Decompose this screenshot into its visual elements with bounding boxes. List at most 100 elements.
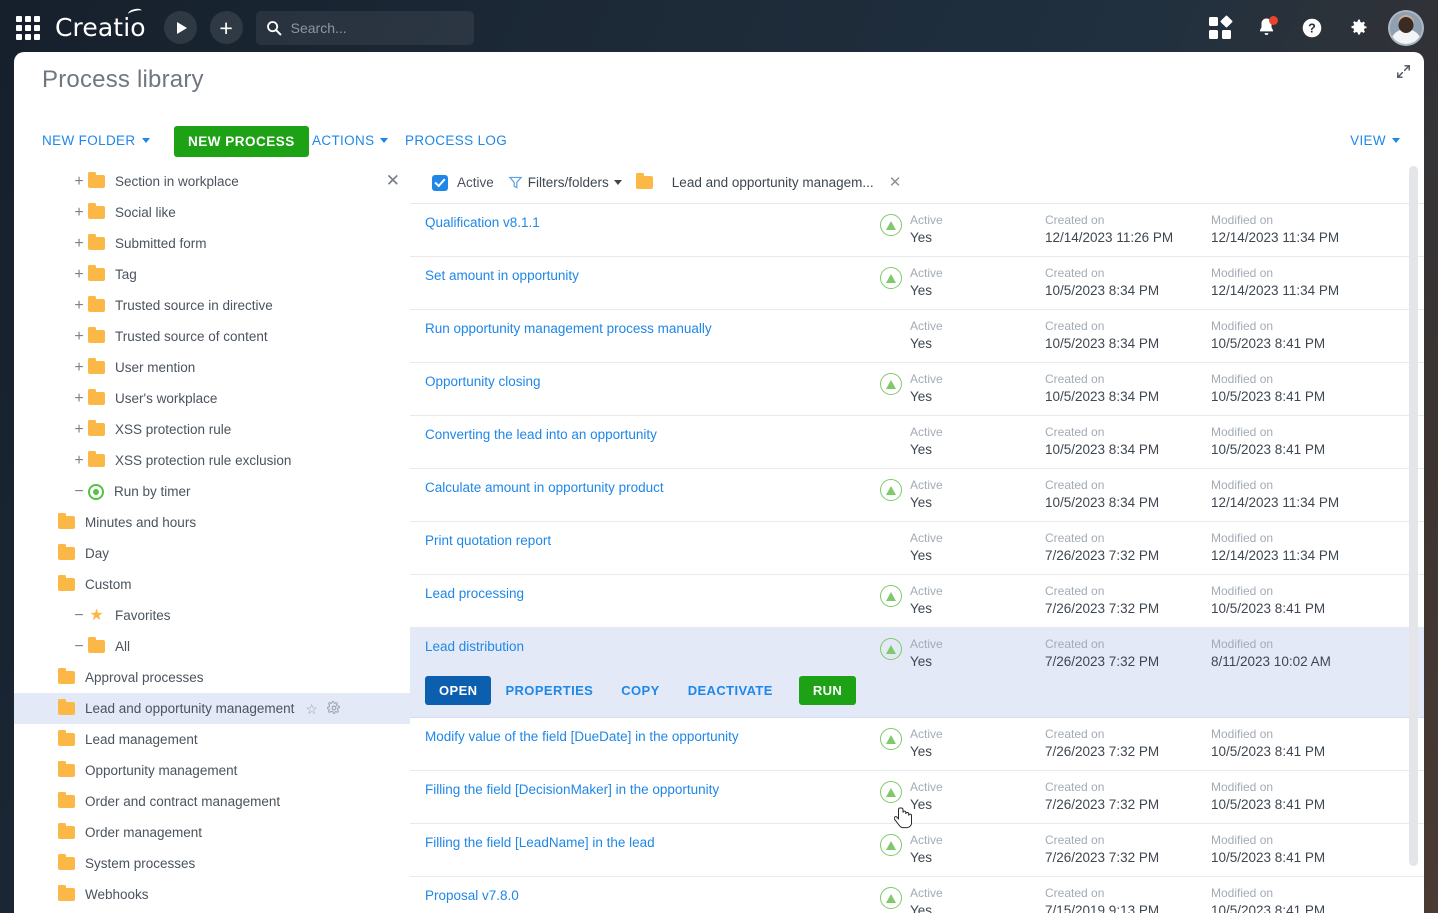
table-row[interactable]: Lead processingActiveYesCreated on7/26/2… bbox=[410, 575, 1424, 628]
process-name-link[interactable]: Lead processing bbox=[410, 584, 880, 603]
collapse-icon[interactable]: − bbox=[70, 608, 88, 624]
process-name-link[interactable]: Modify value of the field [DueDate] in t… bbox=[410, 727, 880, 746]
sidebar-item-run-by-timer[interactable]: −Run by timer bbox=[14, 476, 410, 507]
table-row[interactable]: Filling the field [DecisionMaker] in the… bbox=[410, 771, 1424, 824]
table-row[interactable]: Converting the lead into an opportunityA… bbox=[410, 416, 1424, 469]
sidebar-item-social-like[interactable]: +Social like bbox=[14, 197, 410, 228]
process-name-link[interactable]: Run opportunity management process manua… bbox=[410, 319, 880, 338]
sidebar-item-minutes-and-hours[interactable]: Minutes and hours bbox=[14, 507, 410, 538]
expand-icon[interactable]: + bbox=[70, 298, 88, 314]
expand-icon[interactable]: + bbox=[70, 360, 88, 376]
sidebar-item-opportunity-management[interactable]: Opportunity management bbox=[14, 755, 410, 786]
copy-button[interactable]: COPY bbox=[607, 676, 673, 705]
process-name-link[interactable]: Proposal v7.8.0 bbox=[410, 886, 880, 905]
table-row[interactable]: Modify value of the field [DueDate] in t… bbox=[410, 718, 1424, 771]
search-input[interactable] bbox=[291, 20, 464, 36]
sidebar-item-user-mention[interactable]: +User mention bbox=[14, 352, 410, 383]
expand-icon[interactable]: + bbox=[70, 236, 88, 252]
run-button[interactable]: RUN bbox=[799, 676, 856, 705]
process-name-link[interactable]: Lead distribution bbox=[410, 637, 880, 656]
folder-settings-gear-icon[interactable] bbox=[327, 701, 341, 717]
deactivate-button[interactable]: DEACTIVATE bbox=[674, 676, 787, 705]
process-name-link[interactable]: Filling the field [LeadName] in the lead bbox=[410, 833, 880, 852]
notifications-bell-icon[interactable] bbox=[1247, 9, 1285, 47]
expand-icon[interactable]: + bbox=[70, 205, 88, 221]
apps-grid-icon[interactable] bbox=[15, 15, 41, 41]
brand-logo[interactable]: Creatio bbox=[55, 13, 146, 42]
help-question-icon[interactable]: ? bbox=[1293, 9, 1331, 47]
sidebar-item-system-processes[interactable]: System processes bbox=[14, 848, 410, 879]
process-name-link[interactable]: Opportunity closing bbox=[410, 372, 880, 391]
sidebar-item-webhooks[interactable]: Webhooks bbox=[14, 879, 410, 910]
sidebar-item-approval-processes[interactable]: Approval processes bbox=[14, 662, 410, 693]
sidebar-item-lead-and-opportunity-management[interactable]: Lead and opportunity management☆ bbox=[14, 693, 410, 724]
global-search[interactable] bbox=[256, 11, 474, 45]
sidebar-item-order-and-contract-management[interactable]: Order and contract management bbox=[14, 786, 410, 817]
properties-button[interactable]: PROPERTIES bbox=[491, 676, 607, 705]
sidebar-item-lead-management[interactable]: Lead management bbox=[14, 724, 410, 755]
sidebar-item-xss-protection-rule-exclusion[interactable]: +XSS protection rule exclusion bbox=[14, 445, 410, 476]
new-folder-button[interactable]: NEW FOLDER bbox=[40, 126, 152, 155]
user-avatar[interactable] bbox=[1388, 10, 1424, 46]
expand-icon[interactable]: + bbox=[70, 329, 88, 345]
expand-icon[interactable] bbox=[1396, 64, 1411, 84]
process-name-link[interactable]: Qualification v8.1.1 bbox=[410, 213, 880, 232]
sidebar-item-all[interactable]: −All bbox=[14, 631, 410, 662]
table-row[interactable]: Set amount in opportunityActiveYesCreate… bbox=[410, 257, 1424, 310]
process-name-link[interactable]: Print quotation report bbox=[410, 531, 880, 550]
plus-icon[interactable]: + bbox=[210, 11, 243, 44]
sidebar-item-label: System processes bbox=[85, 856, 195, 871]
sidebar-item-day[interactable]: Day bbox=[14, 538, 410, 569]
table-row[interactable]: Proposal v7.8.0ActiveYesCreated on7/15/2… bbox=[410, 877, 1424, 913]
folder-filter-chip[interactable]: Lead and opportunity managem... bbox=[636, 175, 874, 190]
sidebar-item-favorites[interactable]: −★Favorites bbox=[14, 600, 410, 631]
process-name-link[interactable]: Calculate amount in opportunity product bbox=[410, 478, 880, 497]
process-name-link[interactable]: Filling the field [DecisionMaker] in the… bbox=[410, 780, 880, 799]
collapse-icon[interactable]: − bbox=[70, 639, 88, 655]
vertical-scrollbar[interactable] bbox=[1409, 166, 1418, 866]
active-column-header: Active bbox=[910, 780, 943, 794]
view-menu-button[interactable]: VIEW bbox=[1348, 126, 1402, 155]
table-row[interactable]: Run opportunity management process manua… bbox=[410, 310, 1424, 363]
expand-icon[interactable]: + bbox=[70, 267, 88, 283]
modified-on-header: Modified on bbox=[1211, 478, 1381, 492]
process-name-link[interactable]: Converting the lead into an opportunity bbox=[410, 425, 880, 444]
collapse-icon[interactable]: − bbox=[70, 484, 88, 500]
filters-folders-button[interactable]: Filters/folders bbox=[508, 175, 622, 190]
table-row[interactable]: Calculate amount in opportunity productA… bbox=[410, 469, 1424, 522]
table-row[interactable]: Print quotation reportActiveYesCreated o… bbox=[410, 522, 1424, 575]
dashboard-grid-icon[interactable] bbox=[1201, 9, 1239, 47]
sidebar-item-trusted-source-in-directive[interactable]: +Trusted source in directive bbox=[14, 290, 410, 321]
play-icon[interactable] bbox=[164, 11, 197, 44]
filters-folders-label: Filters/folders bbox=[528, 175, 609, 190]
sidebar-item-order-management[interactable]: Order management bbox=[14, 817, 410, 848]
table-row[interactable]: Lead distributionActiveYesCreated on7/26… bbox=[410, 628, 1424, 718]
actions-menu-button[interactable]: ACTIONS bbox=[310, 126, 390, 155]
modified-on-value: 10/5/2023 8:41 PM bbox=[1211, 336, 1381, 352]
close-icon[interactable]: ✕ bbox=[889, 175, 902, 190]
sidebar-item-trusted-source-of-content[interactable]: +Trusted source of content bbox=[14, 321, 410, 352]
table-row[interactable]: Opportunity closingActiveYesCreated on10… bbox=[410, 363, 1424, 416]
expand-icon[interactable]: + bbox=[70, 453, 88, 469]
sidebar-item-user-s-workplace[interactable]: +User's workplace bbox=[14, 383, 410, 414]
process-log-button[interactable]: PROCESS LOG bbox=[403, 126, 509, 155]
new-process-button[interactable]: NEW PROCESS bbox=[174, 126, 309, 157]
active-filter-checkbox[interactable] bbox=[432, 175, 448, 191]
table-row[interactable]: Qualification v8.1.1ActiveYesCreated on1… bbox=[410, 204, 1424, 257]
expand-icon[interactable]: + bbox=[70, 422, 88, 438]
expand-icon[interactable]: + bbox=[70, 391, 88, 407]
folder-tree: +Section in workplace+Social like+Submit… bbox=[14, 162, 410, 910]
sidebar-item-tag[interactable]: +Tag bbox=[14, 259, 410, 290]
process-name-link[interactable]: Set amount in opportunity bbox=[410, 266, 880, 285]
table-row[interactable]: Filling the field [LeadName] in the lead… bbox=[410, 824, 1424, 877]
open-button[interactable]: OPEN bbox=[425, 676, 491, 705]
expand-icon[interactable]: + bbox=[70, 174, 88, 190]
sidebar-item-submitted-form[interactable]: +Submitted form bbox=[14, 228, 410, 259]
sidebar-item-xss-protection-rule[interactable]: +XSS protection rule bbox=[14, 414, 410, 445]
settings-gear-icon[interactable] bbox=[1339, 9, 1377, 47]
sidebar-item-section-in-workplace[interactable]: +Section in workplace bbox=[14, 166, 410, 197]
folder-icon bbox=[58, 888, 75, 901]
modified-on-header: Modified on bbox=[1211, 886, 1381, 900]
sidebar-item-custom[interactable]: Custom bbox=[14, 569, 410, 600]
favorite-star-icon[interactable]: ☆ bbox=[305, 702, 318, 716]
